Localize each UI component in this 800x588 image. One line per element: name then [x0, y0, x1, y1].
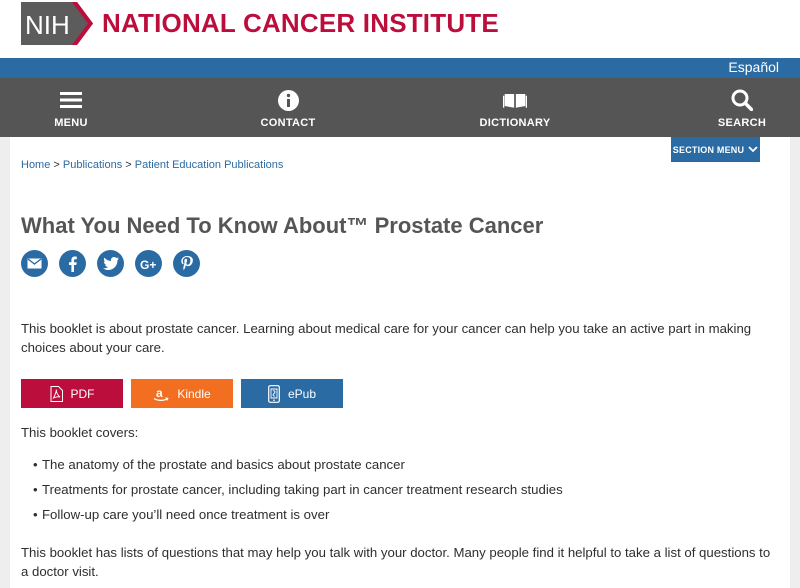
nav-search-label: SEARCH	[717, 117, 767, 129]
nav-contact-label: CONTACT	[260, 117, 316, 129]
covers-list: • The anatomy of the prostate and basics …	[33, 457, 563, 532]
closing-paragraph: This booklet has lists of questions that…	[21, 545, 771, 579]
download-kindle-label: Kindle	[177, 386, 211, 401]
bullet-dot: •	[33, 482, 38, 497]
share-google-plus-button[interactable]: G+	[135, 250, 162, 277]
site-header: NIH NATIONAL CANCER INSTITUTE	[0, 0, 800, 58]
left-gutter	[0, 137, 10, 588]
list-item-text: The anatomy of the prostate and basics a…	[42, 457, 405, 472]
download-pdf-label: PDF	[70, 386, 95, 401]
site-name[interactable]: NATIONAL CANCER INSTITUTE	[102, 8, 499, 39]
nav-menu-label: MENU	[54, 117, 88, 129]
breadcrumb-patient-education-link[interactable]: Patient Education Publications	[135, 159, 284, 171]
download-kindle-button[interactable]: a Kindle	[131, 379, 233, 408]
info-icon	[276, 89, 300, 111]
share-facebook-button[interactable]	[59, 250, 86, 277]
book-icon	[503, 89, 527, 111]
covers-heading: This booklet covers:	[21, 425, 139, 440]
share-pinterest-button[interactable]	[173, 250, 200, 277]
download-buttons: PDF a Kindle ePub	[21, 379, 343, 408]
share-email-button[interactable]	[21, 250, 48, 277]
list-item-text: Follow-up care you’ll need once treatmen…	[42, 507, 330, 522]
ebook-icon	[268, 384, 280, 403]
nih-logo[interactable]: NIH	[21, 2, 93, 45]
main-nav: MENU CONTACT DICTIONARY SEARCH	[0, 78, 800, 137]
search-icon	[730, 89, 754, 111]
main-content: SECTION MENU Home > Publications > Patie…	[10, 137, 790, 588]
nav-dictionary-label: DICTIONARY	[479, 117, 551, 129]
right-gutter	[790, 137, 800, 588]
breadcrumb-separator: >	[53, 159, 60, 171]
list-item: • Treatments for prostate cancer, includi…	[33, 482, 563, 507]
list-item-text: Treatments for prostate cancer, includin…	[42, 482, 563, 497]
svg-text:a: a	[156, 386, 163, 400]
nih-logo-text: NIH	[25, 10, 70, 40]
language-bar: Español	[0, 58, 800, 78]
email-icon	[27, 258, 42, 269]
list-item: • Follow-up care you’ll need once treatme…	[33, 507, 563, 532]
facebook-icon	[69, 256, 77, 272]
content-area: SECTION MENU Home > Publications > Patie…	[0, 137, 800, 588]
section-menu-label: SECTION MENU	[672, 144, 745, 155]
share-twitter-button[interactable]	[97, 250, 124, 277]
spanish-language-link[interactable]: Español	[728, 59, 779, 75]
bullet-dot: •	[33, 507, 38, 522]
nav-menu-button[interactable]: MENU	[36, 78, 106, 137]
breadcrumb-publications-link[interactable]: Publications	[63, 159, 122, 171]
google-plus-icon: G+	[140, 258, 156, 270]
page-title: What You Need To Know About™ Prostate Ca…	[21, 213, 544, 238]
twitter-icon	[102, 257, 119, 270]
bullet-dot: •	[33, 457, 38, 472]
amazon-icon: a	[153, 386, 169, 401]
breadcrumb: Home > Publications > Patient Education …	[21, 159, 283, 171]
list-item: • The anatomy of the prostate and basics …	[33, 457, 563, 482]
section-menu-button[interactable]: SECTION MENU	[671, 137, 760, 162]
nav-contact-button[interactable]: CONTACT	[253, 78, 323, 137]
nav-dictionary-button[interactable]: DICTIONARY	[470, 78, 560, 137]
chevron-down-icon	[748, 146, 758, 153]
nav-search-button[interactable]: SEARCH	[707, 78, 777, 137]
svg-text:G+: G+	[140, 258, 156, 270]
hamburger-icon	[59, 89, 83, 111]
breadcrumb-separator: >	[125, 159, 132, 171]
download-epub-button[interactable]: ePub	[241, 379, 343, 408]
breadcrumb-home-link[interactable]: Home	[21, 159, 50, 171]
intro-paragraph: This booklet is about prostate cancer. L…	[21, 321, 752, 355]
download-pdf-button[interactable]: PDF	[21, 379, 123, 408]
download-epub-label: ePub	[287, 386, 317, 401]
share-buttons: G+	[21, 250, 200, 277]
pdf-icon	[50, 385, 63, 402]
pinterest-icon	[180, 255, 193, 270]
